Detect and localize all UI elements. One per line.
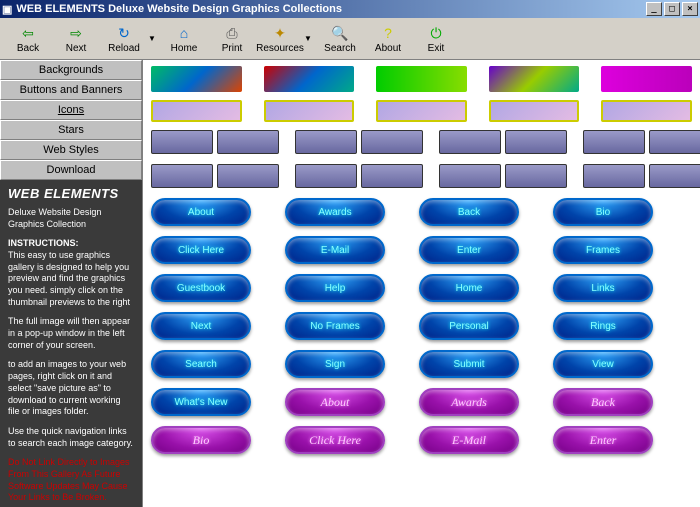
- maximize-button[interactable]: □: [664, 2, 680, 16]
- panel-thumbnail[interactable]: [649, 164, 700, 188]
- pill-button[interactable]: E-Mail: [419, 426, 519, 454]
- pill-button[interactable]: Click Here: [151, 236, 251, 264]
- sidebar-tab-web-styles[interactable]: Web Styles: [0, 140, 142, 160]
- home-icon: ⌂: [174, 23, 194, 43]
- pill-button[interactable]: Back: [419, 198, 519, 226]
- banner-thumbnail[interactable]: [264, 66, 355, 92]
- pill-button[interactable]: Links: [553, 274, 653, 302]
- panel-thumbnail[interactable]: [649, 130, 700, 154]
- pill-button[interactable]: Next: [151, 312, 251, 340]
- info-subtitle: Deluxe Website Design Graphics Collectio…: [8, 207, 134, 230]
- panel-thumbnail[interactable]: [505, 164, 567, 188]
- panel-thumbnail[interactable]: [295, 130, 357, 154]
- pill-button[interactable]: Awards: [419, 388, 519, 416]
- pill-button[interactable]: Awards: [285, 198, 385, 226]
- instructions-text: This easy to use graphics gallery is des…: [8, 250, 130, 307]
- exit-button[interactable]: ⏻Exit: [412, 20, 460, 58]
- resources-button[interactable]: ✦Resources: [256, 20, 304, 58]
- sidebar-tab-stars[interactable]: Stars: [0, 120, 142, 140]
- instructions-text: The full image will then appear in a pop…: [8, 316, 134, 351]
- pill-button[interactable]: Bio: [151, 426, 251, 454]
- home-button[interactable]: ⌂Home: [160, 20, 208, 58]
- pill-button[interactable]: About: [285, 388, 385, 416]
- info-heading: WEB ELEMENTS: [8, 186, 134, 203]
- back-button[interactable]: ⇦Back: [4, 20, 52, 58]
- reload-icon: ↻: [114, 23, 134, 43]
- pill-button[interactable]: Home: [419, 274, 519, 302]
- banner-thumbnail[interactable]: [489, 100, 580, 122]
- panel-thumbnail[interactable]: [505, 130, 567, 154]
- search-button[interactable]: 🔍Search: [316, 20, 364, 58]
- banner-thumbnail[interactable]: [376, 66, 467, 92]
- instructions-text: Use the quick navigation links to search…: [8, 426, 134, 449]
- panel-thumbnail[interactable]: [217, 130, 279, 154]
- about-button[interactable]: ?About: [364, 20, 412, 58]
- panel-thumbnail[interactable]: [439, 130, 501, 154]
- pill-button[interactable]: Bio: [553, 198, 653, 226]
- sidebar-tab-icons[interactable]: Icons: [0, 100, 142, 120]
- pill-button[interactable]: E-Mail: [285, 236, 385, 264]
- pill-button[interactable]: No Frames: [285, 312, 385, 340]
- app-icon: ▣: [2, 3, 12, 16]
- title-bar: ▣ WEB ELEMENTS Deluxe Website Design Gra…: [0, 0, 700, 18]
- panel-thumbnail[interactable]: [361, 130, 423, 154]
- pill-button[interactable]: View: [553, 350, 653, 378]
- reload-button[interactable]: ↻Reload: [100, 20, 148, 58]
- back-arrow-icon: ⇦: [18, 23, 38, 43]
- banner-thumbnail[interactable]: [489, 66, 580, 92]
- pill-button[interactable]: Enter: [553, 426, 653, 454]
- instructions-heading: INSTRUCTIONS:: [8, 238, 79, 248]
- pill-button[interactable]: About: [151, 198, 251, 226]
- toolbar: ⇦Back ⇨Next ↻Reload ▼ ⌂Home ⎙Print ✦Reso…: [0, 18, 700, 60]
- banner-thumbnail[interactable]: [601, 66, 692, 92]
- pill-button[interactable]: Click Here: [285, 426, 385, 454]
- pill-button[interactable]: What's New: [151, 388, 251, 416]
- panel-thumbnail[interactable]: [583, 130, 645, 154]
- print-icon: ⎙: [222, 23, 242, 43]
- next-arrow-icon: ⇨: [66, 23, 86, 43]
- panel-thumbnail[interactable]: [439, 164, 501, 188]
- sidebar-tab-backgrounds[interactable]: Backgrounds: [0, 60, 142, 80]
- pill-button[interactable]: Search: [151, 350, 251, 378]
- instructions-text: to add an images to your web pages, righ…: [8, 359, 134, 417]
- panel-thumbnail[interactable]: [583, 164, 645, 188]
- print-button[interactable]: ⎙Print: [208, 20, 256, 58]
- next-button[interactable]: ⇨Next: [52, 20, 100, 58]
- dropdown-icon[interactable]: ▼: [304, 34, 312, 43]
- resources-icon: ✦: [270, 23, 290, 43]
- panel-thumbnail[interactable]: [151, 130, 213, 154]
- pill-button[interactable]: Enter: [419, 236, 519, 264]
- info-panel: WEB ELEMENTS Deluxe Website Design Graph…: [0, 180, 142, 507]
- banner-thumbnail[interactable]: [151, 100, 242, 122]
- sidebar: Backgrounds Buttons and Banners Icons St…: [0, 60, 142, 507]
- banner-thumbnail[interactable]: [151, 66, 242, 92]
- panel-thumbnail[interactable]: [151, 164, 213, 188]
- pill-button[interactable]: Guestbook: [151, 274, 251, 302]
- gallery: About Awards Back Bio Click Here E-Mail Enter F…: [142, 60, 700, 507]
- banner-thumbnail[interactable]: [264, 100, 355, 122]
- search-icon: 🔍: [330, 23, 350, 43]
- sidebar-tab-download[interactable]: Download: [0, 160, 142, 180]
- banner-thumbnail[interactable]: [376, 100, 467, 122]
- sidebar-tab-buttons-banners[interactable]: Buttons and Banners: [0, 80, 142, 100]
- panel-thumbnail[interactable]: [361, 164, 423, 188]
- pill-button[interactable]: Submit: [419, 350, 519, 378]
- minimize-button[interactable]: _: [646, 2, 662, 16]
- window-title: WEB ELEMENTS Deluxe Website Design Graph…: [16, 3, 342, 15]
- pill-button[interactable]: Personal: [419, 312, 519, 340]
- close-button[interactable]: ×: [682, 2, 698, 16]
- panel-thumbnail[interactable]: [217, 164, 279, 188]
- pill-button[interactable]: Frames: [553, 236, 653, 264]
- warning-text: Do Not Link Directly to Images From This…: [8, 457, 134, 504]
- pill-button[interactable]: Back: [553, 388, 653, 416]
- pill-button[interactable]: Help: [285, 274, 385, 302]
- about-icon: ?: [378, 23, 398, 43]
- dropdown-icon[interactable]: ▼: [148, 34, 156, 43]
- panel-thumbnail[interactable]: [295, 164, 357, 188]
- exit-icon: ⏻: [426, 23, 446, 43]
- banner-thumbnail[interactable]: [601, 100, 692, 122]
- pill-button[interactable]: Sign: [285, 350, 385, 378]
- pill-button[interactable]: Rings: [553, 312, 653, 340]
